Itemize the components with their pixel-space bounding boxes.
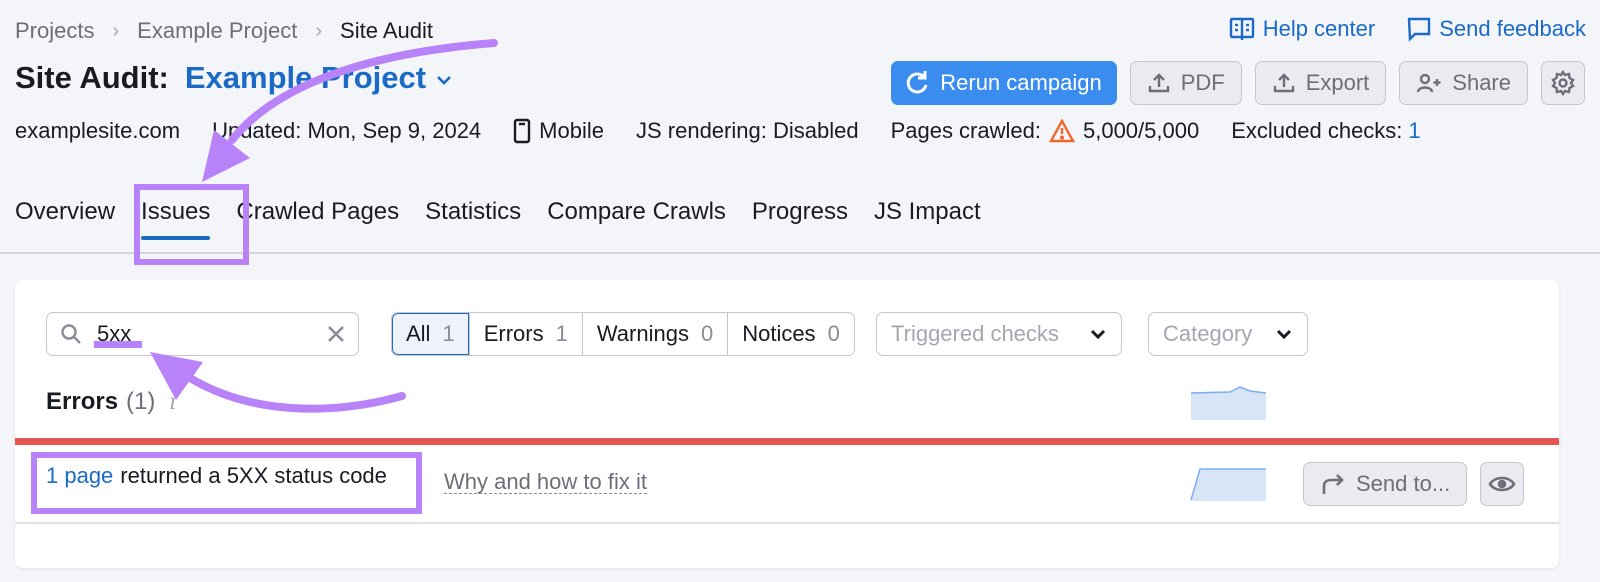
send-feedback-link[interactable]: Send feedback xyxy=(1407,16,1586,42)
share-button[interactable]: Share xyxy=(1399,61,1528,105)
js-rendering: JS rendering: Disabled xyxy=(635,118,859,143)
search-input[interactable]: 5xx xyxy=(46,312,359,356)
errors-trend-sparkline xyxy=(1190,386,1267,420)
domain: examplesite.com xyxy=(15,118,181,143)
issue-type-filter: All 1 Errors 1 Warnings 0 Notices 0 xyxy=(391,312,855,356)
chevron-right-icon: › xyxy=(112,19,120,42)
device-label: Mobile xyxy=(539,118,604,143)
filter-label: Errors xyxy=(483,321,544,346)
issue-row: 1 page returned a 5XX status code xyxy=(46,463,387,489)
pdf-label: PDF xyxy=(1180,70,1225,95)
breadcrumb: Projects › Example Project › Site Audit xyxy=(15,18,433,44)
rerun-campaign-button[interactable]: Rerun campaign xyxy=(891,61,1117,105)
triggered-checks-label: Triggered checks xyxy=(891,321,1059,346)
issues-panel: 5xx All 1 Errors 1 Warnings 0 Notices 0 … xyxy=(15,280,1559,568)
excluded-checks: Excluded checks: 1 xyxy=(1231,118,1420,144)
share-label: Share xyxy=(1452,70,1511,95)
filter-count: 1 xyxy=(442,321,455,346)
export-button[interactable]: Export xyxy=(1254,61,1387,105)
tab-js-impact[interactable]: JS Impact xyxy=(874,198,981,240)
breadcrumb-example-project[interactable]: Example Project xyxy=(137,18,297,44)
page-title-prefix: Site Audit: xyxy=(15,60,169,95)
top-links: Help center Send feedback xyxy=(1229,16,1586,42)
errors-section-title: Errors (1) i xyxy=(46,388,176,416)
tabs-divider xyxy=(0,252,1600,254)
error-severity-bar xyxy=(15,438,1559,445)
pages-crawled-value: 5,000/5,000 xyxy=(1082,118,1200,143)
breadcrumb-projects[interactable]: Projects xyxy=(15,18,94,44)
tab-issues[interactable]: Issues xyxy=(141,198,211,240)
filter-count: 0 xyxy=(700,321,714,346)
gear-icon xyxy=(1551,70,1575,96)
category-label: Category xyxy=(1163,321,1253,346)
settings-button[interactable] xyxy=(1541,61,1585,105)
upload-icon xyxy=(1148,73,1169,93)
help-center-link[interactable]: Help center xyxy=(1229,16,1376,42)
chevron-down-icon xyxy=(1090,329,1106,340)
page-title: Site Audit: Example Project xyxy=(15,60,452,96)
filter-count: 0 xyxy=(827,321,840,346)
send-to-label: Send to... xyxy=(1356,471,1451,496)
add-user-icon xyxy=(1417,73,1441,93)
help-center-label: Help center xyxy=(1262,16,1376,41)
filter-count: 1 xyxy=(555,321,568,346)
pages-crawled-label: Pages crawled: xyxy=(890,118,1041,143)
mobile-icon xyxy=(513,118,531,144)
sparkline-area xyxy=(1191,469,1266,501)
tab-progress[interactable]: Progress xyxy=(752,198,848,240)
issue-description: returned a 5XX status code xyxy=(120,463,387,488)
errors-title: Errors xyxy=(46,388,119,415)
row-divider xyxy=(15,522,1559,524)
chat-icon xyxy=(1407,17,1431,42)
export-label: Export xyxy=(1305,70,1370,95)
tab-overview[interactable]: Overview xyxy=(15,198,115,240)
info-icon[interactable]: i xyxy=(169,390,176,415)
pages-crawled: Pages crawled: 5,000/5,000 xyxy=(891,118,1200,144)
pdf-button[interactable]: PDF xyxy=(1129,61,1242,105)
audit-meta: examplesite.com Updated: Mon, Sep 9, 202… xyxy=(15,118,1453,144)
excluded-checks-label: Excluded checks: xyxy=(1231,118,1403,143)
rerun-campaign-label: Rerun campaign xyxy=(940,70,1102,95)
triggered-checks-dropdown[interactable]: Triggered checks xyxy=(876,312,1122,356)
filter-all[interactable]: All 1 xyxy=(392,313,469,355)
why-how-to-fix-link[interactable]: Why and how to fix it xyxy=(444,470,647,495)
updated-date: Updated: Mon, Sep 9, 2024 xyxy=(212,118,482,143)
search-value[interactable]: 5xx xyxy=(97,321,326,347)
filter-label: All xyxy=(406,321,431,346)
action-toolbar: Rerun campaign PDF Export Share xyxy=(891,61,1585,105)
breadcrumb-site-audit: Site Audit xyxy=(340,18,433,43)
chevron-right-icon: › xyxy=(315,19,323,42)
tab-bar: Overview Issues Crawled Pages Statistics… xyxy=(15,198,981,240)
tab-crawled-pages[interactable]: Crawled Pages xyxy=(236,198,399,240)
send-to-button[interactable]: Send to... xyxy=(1303,462,1468,506)
eye-icon xyxy=(1488,476,1516,492)
excluded-checks-link[interactable]: 1 xyxy=(1408,118,1420,144)
project-selector[interactable]: Example Project xyxy=(185,60,426,96)
tab-compare-crawls[interactable]: Compare Crawls xyxy=(547,198,726,240)
category-dropdown[interactable]: Category xyxy=(1148,312,1308,356)
hide-issue-button[interactable] xyxy=(1480,462,1524,506)
chevron-down-icon xyxy=(1276,329,1292,340)
send-feedback-label: Send feedback xyxy=(1439,16,1586,41)
affected-pages-link[interactable]: 1 page xyxy=(46,463,113,489)
device-type: Mobile xyxy=(513,118,604,144)
refresh-icon xyxy=(907,71,928,94)
forward-arrow-icon xyxy=(1322,474,1344,494)
filter-label: Warnings xyxy=(596,321,689,346)
search-icon xyxy=(61,324,81,344)
filter-errors[interactable]: Errors 1 xyxy=(468,313,582,355)
filter-warnings[interactable]: Warnings 0 xyxy=(581,313,728,355)
errors-count: (1) xyxy=(126,388,156,415)
chevron-down-icon[interactable] xyxy=(436,74,452,86)
warning-icon xyxy=(1048,119,1075,143)
book-icon xyxy=(1229,17,1254,40)
filter-notices[interactable]: Notices 0 xyxy=(727,313,854,355)
close-icon[interactable] xyxy=(326,324,346,344)
sparkline-line xyxy=(1190,386,1267,394)
tab-statistics[interactable]: Statistics xyxy=(425,198,521,240)
issue-trend-sparkline xyxy=(1190,468,1266,501)
upload-icon xyxy=(1273,73,1294,93)
filter-label: Notices xyxy=(742,321,816,346)
